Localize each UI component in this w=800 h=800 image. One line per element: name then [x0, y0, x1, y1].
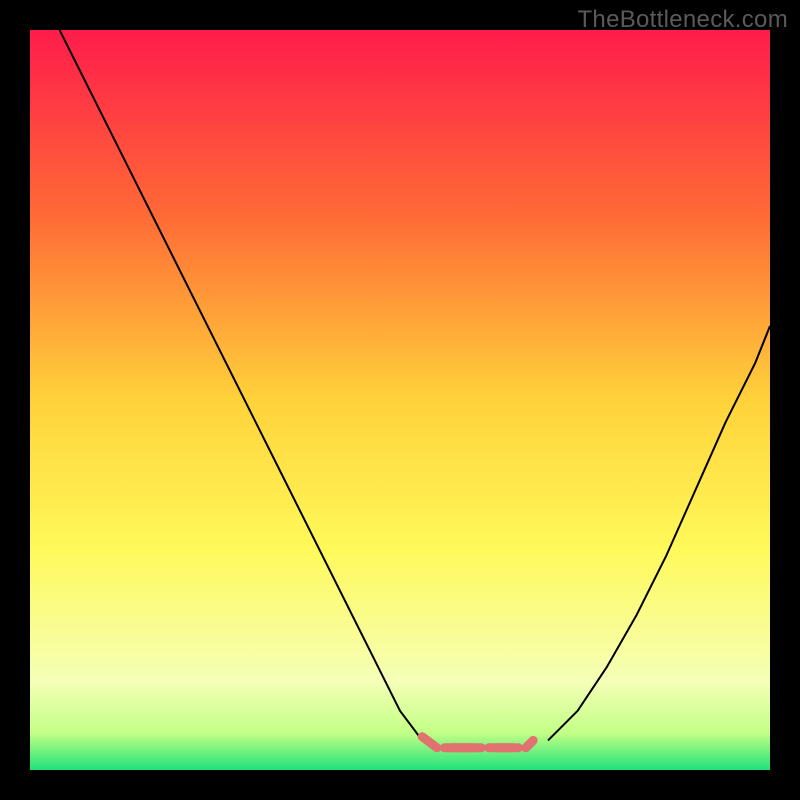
bottleneck-chart	[30, 30, 770, 770]
chart-container: TheBottleneck.com	[0, 0, 800, 800]
watermark-text: TheBottleneck.com	[577, 6, 788, 34]
chart-background	[30, 30, 770, 770]
series-bottom-band-seg-3	[526, 740, 533, 747]
